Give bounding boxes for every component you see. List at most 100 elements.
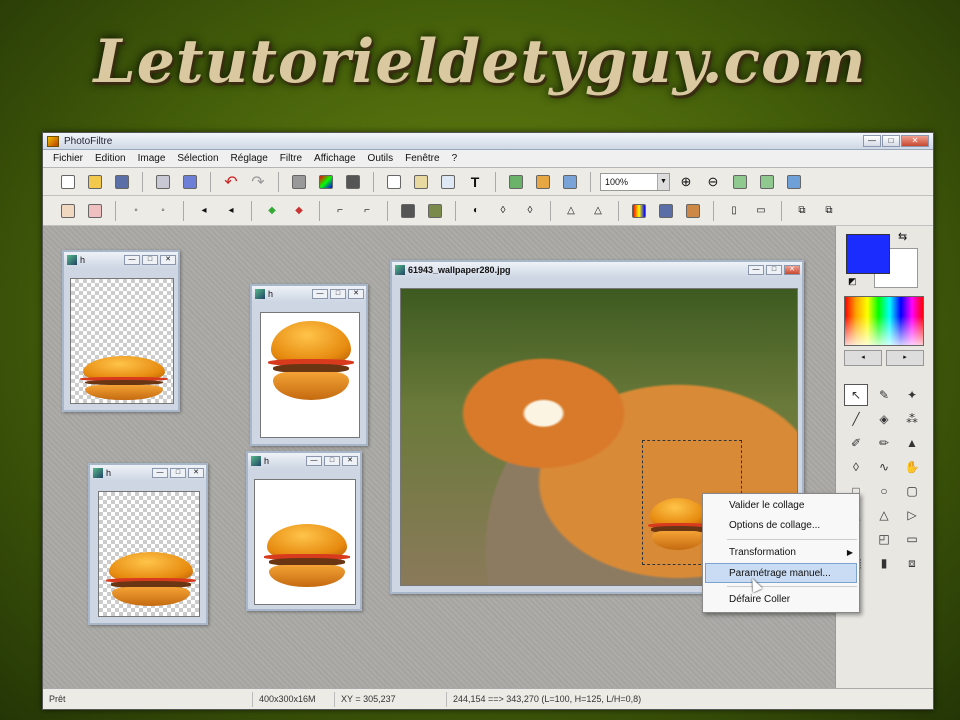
swap-colors-icon[interactable]: ⇆ [898, 230, 907, 243]
image-window-4[interactable]: h — □ ✕ [246, 451, 362, 611]
maximize-button[interactable]: □ [330, 289, 346, 299]
ellipse-icon[interactable]: ○ [872, 480, 896, 502]
filter-icon-3[interactable]: ◦ [125, 200, 147, 222]
foreground-color-swatch[interactable] [846, 234, 890, 274]
menu-item-validate-paste[interactable]: Valider le collage [703, 496, 859, 516]
maximize-button[interactable]: □ [766, 265, 782, 275]
stamp-icon[interactable]: ▲ [900, 432, 924, 454]
magic-wand-icon[interactable]: ✦ [900, 384, 924, 406]
fullscreen-icon[interactable] [783, 171, 805, 193]
image-canvas[interactable] [260, 312, 360, 438]
eyedropper-icon[interactable]: ✎ [872, 384, 896, 406]
filter-icon-18[interactable] [628, 200, 650, 222]
filter-icon-7[interactable]: ◆ [261, 200, 283, 222]
filter-icon-16[interactable]: △ [560, 200, 582, 222]
minimize-button[interactable]: — [306, 456, 322, 466]
crop-icon[interactable]: ⧈ [900, 552, 924, 574]
zoom-out-icon[interactable]: ⊖ [702, 171, 724, 193]
close-button[interactable]: ✕ [160, 255, 176, 265]
close-button[interactable]: ✕ [784, 265, 800, 275]
filter-icon-8[interactable]: ◆ [288, 200, 310, 222]
title-bar[interactable]: PhotoFiltre — □ ✕ [43, 133, 933, 150]
fit-icon[interactable] [729, 171, 751, 193]
close-button[interactable]: ✕ [188, 468, 204, 478]
new-icon[interactable] [57, 171, 79, 193]
filter-icon-21[interactable]: ▯ [723, 200, 745, 222]
filter-icon-5[interactable]: ◂ [193, 200, 215, 222]
paint-icon[interactable] [532, 171, 554, 193]
filter-icon-11[interactable] [397, 200, 419, 222]
menu-item-paste-options[interactable]: Options de collage... [703, 516, 859, 536]
zoom-select[interactable]: 100% ▼ [600, 172, 670, 191]
menu-item-manual-settings[interactable]: Paramétrage manuel... [705, 563, 857, 583]
paste-new-icon[interactable] [437, 171, 459, 193]
undo-icon[interactable]: ↶ [220, 171, 242, 193]
image-window-3[interactable]: h — □ ✕ [88, 463, 208, 625]
filter-icon-4[interactable]: ◦ [152, 200, 174, 222]
actual-size-icon[interactable] [756, 171, 778, 193]
colors-icon[interactable] [315, 171, 337, 193]
palette-left-button[interactable]: ◂ [844, 350, 882, 366]
filter-icon-1[interactable] [57, 200, 79, 222]
fill-icon[interactable]: ◈ [872, 408, 896, 430]
filter-icon-15[interactable]: ◊ [519, 200, 541, 222]
close-button[interactable]: ✕ [901, 135, 929, 147]
menu-edition[interactable]: Edition [89, 153, 132, 164]
filter-icon-23[interactable]: ⧉ [791, 200, 813, 222]
drop-icon[interactable]: ◊ [844, 456, 868, 478]
text-icon[interactable]: T [464, 171, 486, 193]
filter-icon-9[interactable]: ⌐ [329, 200, 351, 222]
close-button[interactable]: ✕ [348, 289, 364, 299]
image-canvas[interactable] [98, 491, 200, 617]
image-window-1[interactable]: h — □ ✕ [62, 250, 180, 412]
polygon-icon[interactable]: △ [872, 504, 896, 526]
chevron-down-icon[interactable]: ▼ [657, 173, 669, 190]
filter-icon-17[interactable]: △ [587, 200, 609, 222]
print-icon[interactable] [152, 171, 174, 193]
plugin-icon[interactable] [505, 171, 527, 193]
filter-icon-12[interactable] [424, 200, 446, 222]
image-window-2[interactable]: h — □ ✕ [250, 284, 368, 446]
window-icon[interactable] [559, 171, 581, 193]
filter-icon-10[interactable]: ⌐ [356, 200, 378, 222]
minimize-button[interactable]: — [124, 255, 140, 265]
menu-item-undo-paste[interactable]: Défaire Coller [703, 590, 859, 610]
menu-selection[interactable]: Sélection [171, 153, 224, 164]
filter-icon-6[interactable]: ◂ [220, 200, 242, 222]
menu-item-transformation[interactable]: Transformation ▶ [703, 543, 859, 563]
paste-icon[interactable] [410, 171, 432, 193]
hand-icon[interactable]: ✋ [900, 456, 924, 478]
minimize-button[interactable]: — [863, 135, 881, 147]
image-canvas[interactable] [70, 278, 174, 404]
menu-affichage[interactable]: Affichage [308, 153, 362, 164]
folder-icon[interactable]: ◰ [872, 528, 896, 550]
pencil-icon[interactable]: ✏ [872, 432, 896, 454]
image-canvas[interactable] [254, 479, 356, 605]
menu-fichier[interactable]: Fichier [47, 153, 89, 164]
filter-icon-24[interactable]: ⧉ [818, 200, 840, 222]
minimize-button[interactable]: — [312, 289, 328, 299]
menu-reglage[interactable]: Réglage [225, 153, 274, 164]
frame-icon[interactable]: ▭ [900, 528, 924, 550]
filter-icon-2[interactable] [84, 200, 106, 222]
spray-icon[interactable]: ⁂ [900, 408, 924, 430]
close-button[interactable]: ✕ [342, 456, 358, 466]
rounded-rect-icon[interactable]: ▢ [900, 480, 924, 502]
maximize-button[interactable]: □ [324, 456, 340, 466]
minimize-button[interactable]: — [152, 468, 168, 478]
filter-icon-20[interactable] [682, 200, 704, 222]
zoom-in-icon[interactable]: ⊕ [675, 171, 697, 193]
arrow-shape-icon[interactable]: ▷ [900, 504, 924, 526]
select-arrow-icon[interactable]: ↖ [844, 384, 868, 406]
color-spectrum[interactable] [844, 296, 924, 346]
menu-fenetre[interactable]: Fenêtre [399, 153, 445, 164]
menu-image[interactable]: Image [132, 153, 172, 164]
scan-icon[interactable] [179, 171, 201, 193]
reset-colors-icon[interactable]: ◩ [848, 276, 857, 287]
maximize-button[interactable]: □ [882, 135, 900, 147]
maximize-button[interactable]: □ [142, 255, 158, 265]
filter-icon-13[interactable]: ◐ [465, 200, 487, 222]
brush-icon[interactable]: ✐ [844, 432, 868, 454]
grayscale-icon[interactable] [288, 171, 310, 193]
palette-right-button[interactable]: ▸ [886, 350, 924, 366]
